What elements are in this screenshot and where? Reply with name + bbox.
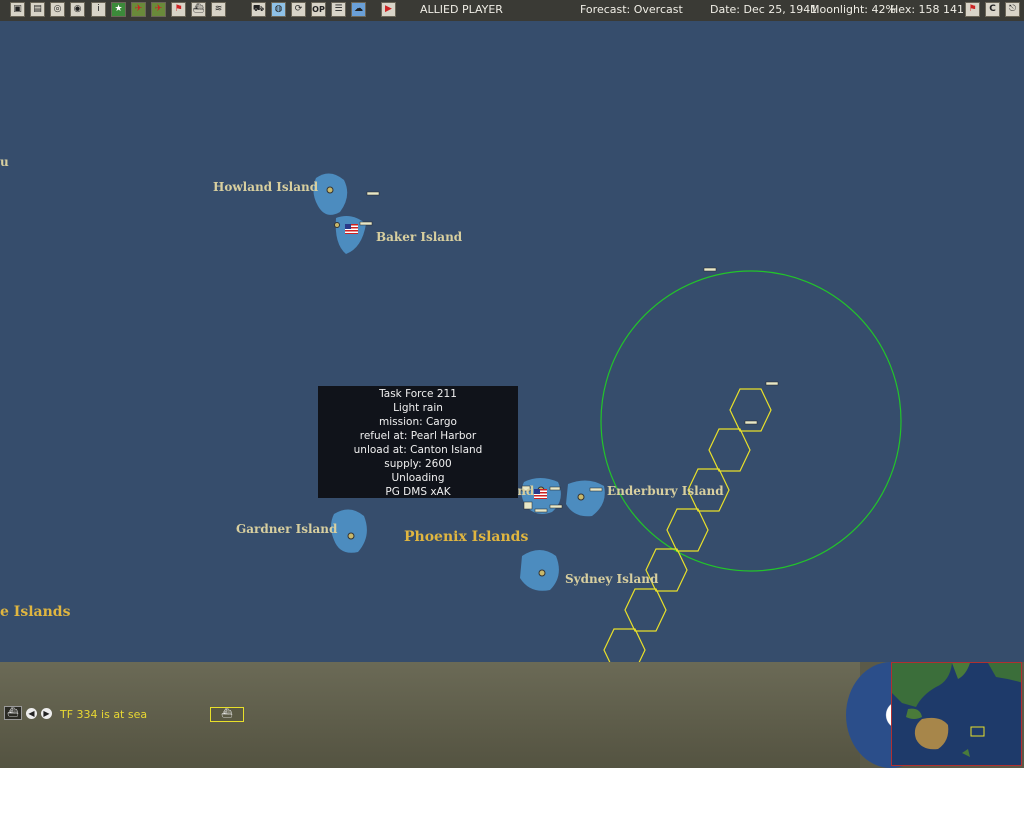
ship-marker <box>765 381 779 386</box>
status-message: TF 334 is at sea <box>60 708 148 721</box>
tooltip-line: Task Force 211 <box>379 388 457 400</box>
baker-shallows <box>335 216 366 254</box>
baker-dot <box>334 222 340 228</box>
howland-dot <box>326 186 334 194</box>
plane-icon[interactable]: ✈ <box>131 2 146 17</box>
baker-label: Baker Island <box>376 230 463 244</box>
tooltip-line: PG DMS xAK <box>385 486 451 498</box>
bases-icon[interactable]: ◎ <box>50 2 65 17</box>
ship-marker <box>359 221 373 226</box>
ship-marker <box>366 191 380 196</box>
sydney-label: Sydney Island <box>565 572 659 586</box>
gardner-dot <box>347 532 355 540</box>
bottom-panel: ⛴ ◀ ▶ TF 334 is at sea ⛴ <box>0 662 1024 768</box>
howland-label: Howland Island <box>213 180 319 194</box>
sydney-shallows <box>520 550 559 591</box>
enderbury-dot <box>577 493 585 501</box>
hex-label: Hex: 158 141 <box>890 3 965 16</box>
howland-shallows <box>313 173 348 215</box>
tooltip-line: Light rain <box>393 402 443 414</box>
tooltip-line: refuel at: Pearl Harbor <box>359 430 477 442</box>
window-icon[interactable]: ▣ <box>10 2 25 17</box>
tooltip-line: supply: 2600 <box>384 458 452 470</box>
edge-label: u <box>0 155 9 169</box>
c-button[interactable]: C <box>985 2 1000 17</box>
moonlight-label: Moonlight: 42% <box>810 3 896 16</box>
selected-ship-icon[interactable]: ⛴ <box>210 707 244 722</box>
mini-map[interactable] <box>891 662 1022 766</box>
flag-icon[interactable]: ⚑ <box>171 2 186 17</box>
ship-marker <box>589 487 603 492</box>
ship-marker <box>744 420 758 425</box>
globe-icon[interactable]: ◍ <box>271 2 286 17</box>
star-icon[interactable]: ★ <box>111 2 126 17</box>
air-marker <box>549 486 561 491</box>
flag-menu-icon[interactable]: ⚑ <box>965 2 980 17</box>
ship-marker <box>703 267 717 272</box>
report-icon[interactable]: ▤ <box>30 2 45 17</box>
game-map[interactable]: Howland Island Baker Island Canton Islan… <box>0 21 1024 662</box>
date-label: Date: Dec 25, 1941 <box>710 3 818 16</box>
op-icon[interactable]: OP <box>311 2 326 17</box>
info-icon[interactable]: i <box>91 2 106 17</box>
tooltip-line: Unloading <box>391 472 445 484</box>
cloud-icon[interactable]: ☁ <box>351 2 366 17</box>
tooltip-line: mission: Cargo <box>379 416 457 428</box>
base-marker <box>523 501 533 510</box>
task-force-icon[interactable]: ⛴ <box>4 706 22 720</box>
us-flag-canton <box>534 489 547 499</box>
next-arrow-icon[interactable]: ▶ <box>41 708 52 719</box>
top-toolbar: ▣ ▤ ◎ ◉ i ★ ✈ ✈ ⚑ ⛴ ≋ ⛟ ◍ ⟳ OP ☰ ☁ ▶ ALL… <box>0 0 1024 22</box>
us-flag-baker <box>345 224 358 234</box>
groups-icon[interactable]: ◉ <box>70 2 85 17</box>
phoenix-islands-label: Phoenix Islands <box>404 529 528 545</box>
enderbury-label: Enderbury Island <box>607 484 724 498</box>
map-layer: Howland Island Baker Island Canton Islan… <box>0 155 902 662</box>
hex-path <box>603 388 772 662</box>
gardner-label: Gardner Island <box>236 522 338 536</box>
prev-arrow-icon[interactable]: ◀ <box>26 708 37 719</box>
tooltip-line: unload at: Canton Island <box>353 444 483 456</box>
ship-marker <box>549 504 563 509</box>
sydney-dot <box>538 569 546 577</box>
transport-icon[interactable]: ⛟ <box>251 2 266 17</box>
mini-map-svg <box>892 663 1021 765</box>
player-label: ALLIED PLAYER <box>420 3 503 16</box>
task-force-tooltip: Task Force 211 Light rain mission: Cargo… <box>318 386 518 498</box>
ship-marker <box>534 508 548 513</box>
west-islands-label: e Islands <box>0 604 71 620</box>
enderbury-shallows <box>566 480 605 517</box>
ship-icon[interactable]: ⛴ <box>191 2 206 17</box>
squadron-icon[interactable]: ✈ <box>151 2 166 17</box>
list-icon[interactable]: ☰ <box>331 2 346 17</box>
convoy-icon[interactable]: ≋ <box>211 2 226 17</box>
end-turn-play-icon[interactable]: ▶ <box>381 2 396 17</box>
forecast-label: Forecast: Overcast <box>580 3 683 16</box>
exit-icon[interactable]: ⎋ <box>1005 2 1020 17</box>
refresh-icon[interactable]: ⟳ <box>291 2 306 17</box>
